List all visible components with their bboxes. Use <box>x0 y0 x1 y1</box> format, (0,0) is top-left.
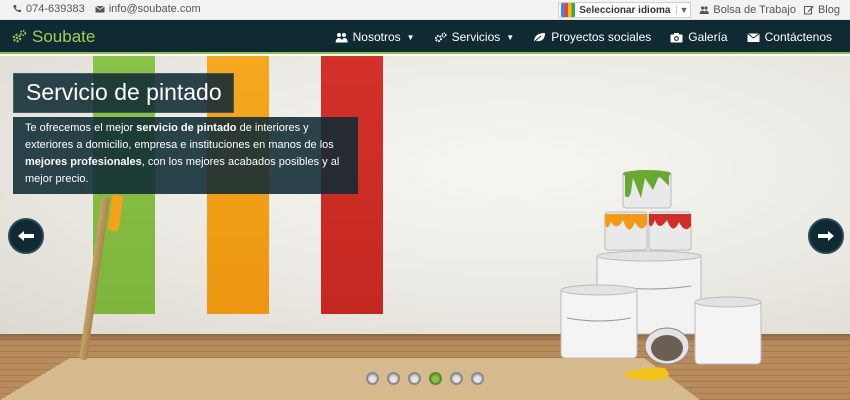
nav-item-contactenos[interactable]: Contáctenos <box>746 30 832 44</box>
nav-label: Servicios <box>451 30 501 44</box>
envelope-icon <box>94 5 105 13</box>
top-utility-bar: 074-639383 info@soubate.com Seleccionar … <box>0 0 850 20</box>
email-address[interactable]: info@soubate.com <box>109 3 201 15</box>
brand-logo[interactable]: Soubate <box>11 27 95 47</box>
google-translate-icon <box>561 3 576 17</box>
language-select[interactable]: Seleccionar idioma ▼ <box>558 2 692 18</box>
arrow-right-icon <box>818 231 834 241</box>
link-bolsa-de-trabajo[interactable]: Bolsa de Trabajo <box>699 4 796 16</box>
slider-pagination <box>366 372 484 385</box>
phone-icon <box>13 5 21 13</box>
brand-name: Soubate <box>32 27 96 46</box>
slider-dot[interactable] <box>387 372 400 385</box>
language-select-label: Seleccionar idioma <box>579 4 671 16</box>
caret-down-icon: ▼ <box>506 32 515 42</box>
users-icon <box>699 6 710 14</box>
description-bold-text: mejores profesionales <box>25 156 142 168</box>
slider-dot[interactable] <box>429 372 442 385</box>
envelope-icon <box>746 32 760 42</box>
slider-next-button[interactable] <box>808 218 844 254</box>
description-bold-text: servicio de pintado <box>136 122 237 134</box>
arrow-left-icon <box>18 231 34 241</box>
phone-number: 074-639383 <box>26 3 85 15</box>
nav-item-servicios[interactable]: Servicios ▼ <box>434 30 515 44</box>
slider-prev-button[interactable] <box>8 218 44 254</box>
link-label: Blog <box>817 4 840 16</box>
leaf-icon <box>533 32 546 42</box>
chevron-down-icon: ▼ <box>676 5 690 15</box>
main-nav: Nosotros ▼ Servicios ▼ Proyectos sociale… <box>335 20 832 54</box>
main-navbar: Soubate Nosotros ▼ Servicios ▼ Proyectos… <box>0 20 850 54</box>
nav-item-nosotros[interactable]: Nosotros ▼ <box>335 30 415 44</box>
slider-dot[interactable] <box>366 372 379 385</box>
slider-dot[interactable] <box>450 372 463 385</box>
nav-label: Galería <box>688 30 728 44</box>
camera-icon <box>670 32 683 42</box>
link-label: Bolsa de Trabajo <box>713 4 796 16</box>
link-blog[interactable]: Blog <box>803 4 840 16</box>
email-contact[interactable]: info@soubate.com <box>94 3 201 15</box>
slider-dot[interactable] <box>408 372 421 385</box>
caret-down-icon: ▼ <box>406 32 415 42</box>
nav-label: Proyectos sociales <box>551 30 652 44</box>
edit-icon <box>803 6 814 15</box>
nav-item-galeria[interactable]: Galería <box>670 30 728 44</box>
slider-dot[interactable] <box>471 372 484 385</box>
slide-title: Servicio de pintado <box>13 73 234 113</box>
nav-label: Contáctenos <box>764 30 832 44</box>
phone-contact: 074-639383 <box>12 3 85 15</box>
gears-icon <box>12 29 27 43</box>
gears-icon <box>434 31 447 42</box>
description-text: Te ofrecemos el mejor <box>25 122 137 134</box>
nav-label: Nosotros <box>352 30 401 44</box>
users-icon <box>335 32 348 42</box>
slide-description: Te ofrecemos el mejor servicio de pintad… <box>13 117 358 194</box>
paint-buckets-image <box>560 170 762 381</box>
nav-item-proyectos-sociales[interactable]: Proyectos sociales <box>533 30 651 44</box>
hero-slider: Servicio de pintado Te ofrecemos el mejo… <box>0 56 850 400</box>
